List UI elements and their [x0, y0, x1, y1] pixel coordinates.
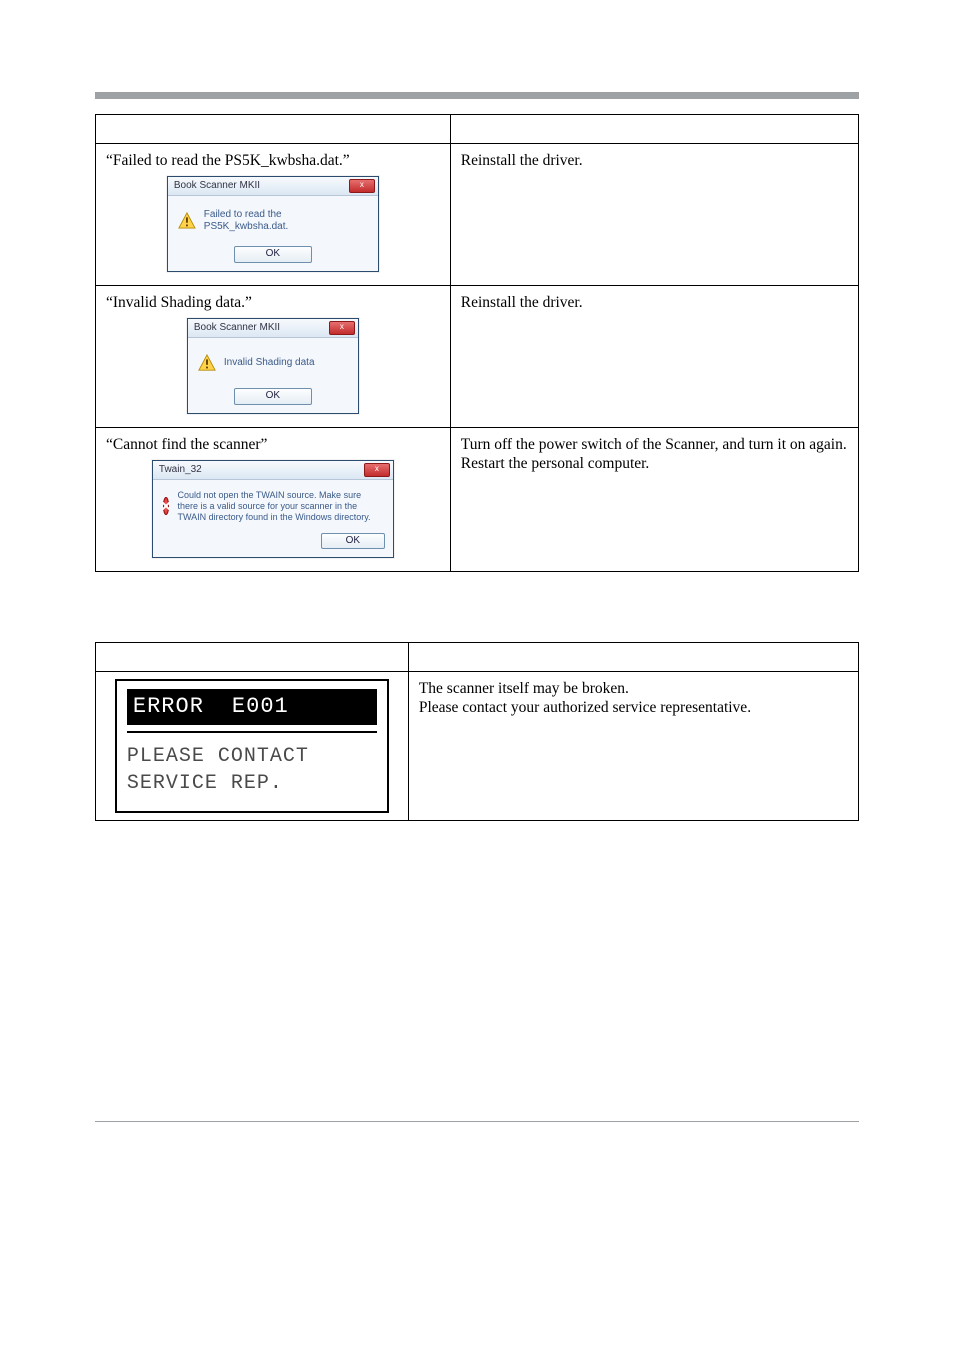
- lcd-divider: [127, 731, 377, 733]
- windows-dialog: Twain_32 x Could not open the TWAIN sour…: [152, 460, 394, 558]
- table2-header-left: [96, 643, 409, 672]
- windows-dialog: Book Scanner MKII x Failed to read the P…: [167, 176, 379, 272]
- close-icon[interactable]: x: [364, 463, 390, 477]
- content: “Failed to read the PS5K_kwbsha.dat.” Bo…: [95, 114, 859, 821]
- solution-cell: Reinstall the driver.: [450, 285, 858, 427]
- error-messages-table-2: ERROR E001 PLEASE CONTACT SERVICE REP. T…: [95, 642, 859, 821]
- lcd-top-line: ERROR E001: [127, 689, 377, 725]
- dialog-titlebar: Book Scanner MKII x: [168, 177, 378, 196]
- table1-header-left: [96, 115, 451, 144]
- error-messages-table-1: “Failed to read the PS5K_kwbsha.dat.” Bo…: [95, 114, 859, 572]
- windows-dialog: Book Scanner MKII x Invalid Shading data…: [187, 318, 359, 414]
- close-icon[interactable]: x: [329, 321, 355, 335]
- lcd-error-code: E001: [232, 693, 289, 721]
- solution-cell: The scanner itself may be broken. Please…: [408, 672, 858, 821]
- dialog-titlebar: Book Scanner MKII x: [188, 319, 358, 338]
- solution-line-1: The scanner itself may be broken.: [419, 679, 848, 698]
- warning-icon: [198, 354, 216, 372]
- ok-button[interactable]: OK: [234, 246, 312, 263]
- bottom-divider: [95, 1121, 859, 1122]
- table1-header-right: [450, 115, 858, 144]
- top-divider: [95, 92, 859, 99]
- error-quote: “Failed to read the PS5K_kwbsha.dat.”: [106, 151, 440, 170]
- dialog-body: Could not open the TWAIN source. Make su…: [177, 490, 382, 522]
- dialog-body: Failed to read the PS5K_kwbsha.dat.: [204, 209, 368, 233]
- warning-icon: [178, 212, 196, 230]
- close-icon[interactable]: x: [349, 179, 375, 193]
- lcd-panel: ERROR E001 PLEASE CONTACT SERVICE REP.: [115, 679, 389, 813]
- dialog-title: Twain_32: [159, 464, 202, 477]
- table-row: “Cannot find the scanner” Twain_32 x Cou…: [96, 427, 859, 571]
- dialog-title: Book Scanner MKII: [194, 322, 280, 335]
- ok-button[interactable]: OK: [234, 388, 312, 405]
- dialog-body: Invalid Shading data: [224, 357, 315, 369]
- table-row: “Failed to read the PS5K_kwbsha.dat.” Bo…: [96, 144, 859, 286]
- solution-cell: Reinstall the driver.: [450, 144, 858, 286]
- ok-button[interactable]: OK: [321, 533, 385, 550]
- solution-line-2: Please contact your authorized service r…: [419, 698, 848, 717]
- table-row: “Invalid Shading data.” Book Scanner MKI…: [96, 285, 859, 427]
- lcd-line-1: PLEASE CONTACT: [127, 743, 377, 770]
- dialog-titlebar: Twain_32 x: [153, 461, 393, 480]
- lcd-error-label: ERROR: [133, 693, 204, 721]
- error-quote: “Invalid Shading data.”: [106, 293, 440, 312]
- dialog-title: Book Scanner MKII: [174, 180, 260, 193]
- solution-cell: Turn off the power switch of the Scanner…: [450, 427, 858, 571]
- lcd-line-2: SERVICE REP.: [127, 770, 377, 797]
- table-row: ERROR E001 PLEASE CONTACT SERVICE REP. T…: [96, 672, 859, 821]
- table2-header-right: [408, 643, 858, 672]
- error-quote: “Cannot find the scanner”: [106, 435, 440, 454]
- error-icon: [163, 497, 170, 515]
